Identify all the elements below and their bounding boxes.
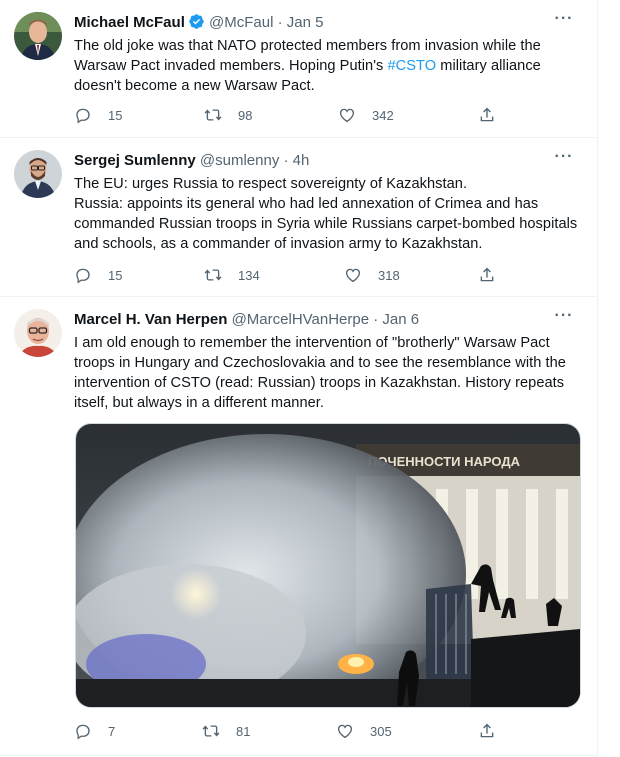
- author-name[interactable]: Michael McFaul: [74, 14, 185, 31]
- retweet-button[interactable]: 98: [204, 104, 252, 126]
- author-handle[interactable]: @sumlenny: [200, 152, 279, 169]
- reply-icon: [76, 268, 90, 284]
- share-icon: [480, 723, 494, 738]
- like-button[interactable]: 342: [338, 104, 394, 126]
- separator-dot: ·: [283, 152, 289, 169]
- avatar-mcfaul-image: [14, 12, 62, 60]
- timestamp[interactable]: Jan 5: [287, 14, 324, 31]
- timeline: Michael McFaul @McFaul · Jan 5 ··· The o…: [0, 0, 598, 757]
- action-bar: 15 134 318: [74, 264, 514, 286]
- share-icon: [480, 107, 494, 122]
- retweet-button[interactable]: 134: [204, 264, 260, 286]
- share-button[interactable]: [478, 264, 508, 286]
- avatar-vanherpen[interactable]: [14, 309, 62, 357]
- more-icon[interactable]: ···: [549, 308, 579, 331]
- tweet-header: Marcel H. Van Herpen @MarcelHVanHerpe · …: [74, 308, 579, 331]
- retweet-count: 134: [238, 267, 260, 283]
- avatar-vanherpen-image: [14, 309, 62, 357]
- tweet-text-line: Russia: appoints its general who had led…: [74, 196, 578, 252]
- like-icon: [337, 724, 353, 739]
- reply-count: 7: [108, 723, 116, 739]
- more-icon[interactable]: ···: [549, 149, 579, 172]
- avatar-sumlenny-image: [14, 150, 62, 198]
- tweet-mcfaul[interactable]: Michael McFaul @McFaul · Jan 5 ··· The o…: [0, 0, 597, 138]
- tweet-text: The EU: urges Russia to respect sovereig…: [74, 174, 579, 254]
- action-bar: 15 98 342: [74, 104, 514, 126]
- retweet-button[interactable]: 81: [202, 720, 250, 742]
- retweet-icon: [204, 109, 222, 121]
- timestamp[interactable]: Jan 6: [382, 311, 419, 328]
- separator-dot: ·: [277, 14, 283, 31]
- verified-badge-icon: [188, 13, 205, 37]
- reply-icon: [76, 724, 90, 740]
- author-handle[interactable]: @McFaul: [209, 14, 273, 31]
- author-name[interactable]: Sergej Sumlenny: [74, 152, 196, 169]
- tweet-sumlenny[interactable]: Sergej Sumlenny @sumlenny · 4h ··· The E…: [0, 138, 597, 297]
- author-name[interactable]: Marcel H. Van Herpen: [74, 311, 227, 328]
- reply-button[interactable]: 15: [74, 104, 122, 126]
- action-bar: 7 81 305: [74, 720, 514, 742]
- like-icon: [339, 108, 355, 123]
- retweet-count: 81: [236, 723, 251, 739]
- like-count: 318: [378, 267, 400, 283]
- like-count: 342: [372, 107, 394, 123]
- author-handle[interactable]: @MarcelHVanHerpe: [232, 311, 370, 328]
- tweet-text-line: The EU: urges Russia to respect sovereig…: [74, 176, 468, 192]
- tweet-header: Sergej Sumlenny @sumlenny · 4h ···: [74, 149, 579, 172]
- reply-button[interactable]: 15: [74, 264, 122, 286]
- more-icon[interactable]: ···: [549, 11, 579, 34]
- tweet-header: Michael McFaul @McFaul · Jan 5 ···: [74, 11, 579, 37]
- retweet-icon: [204, 269, 222, 281]
- retweet-count: 98: [238, 107, 253, 123]
- share-icon: [480, 267, 494, 282]
- reply-count: 15: [108, 267, 123, 283]
- share-button[interactable]: [478, 720, 508, 742]
- tweet-vanherpen[interactable]: Marcel H. Van Herpen @MarcelHVanHerpe · …: [0, 297, 597, 756]
- reply-icon: [76, 108, 90, 124]
- like-button[interactable]: 305: [336, 720, 392, 742]
- tweet-text: The old joke was that NATO protected mem…: [74, 36, 579, 96]
- avatar-mcfaul[interactable]: [14, 12, 62, 60]
- like-button[interactable]: 318: [344, 264, 400, 286]
- tweet-photo[interactable]: ПОЧЕННОСТИ НАРОДА: [75, 423, 581, 708]
- tweet-text: I am old enough to remember the interven…: [74, 335, 566, 411]
- hashtag-link[interactable]: #CSTO: [387, 58, 436, 74]
- timestamp[interactable]: 4h: [293, 152, 310, 169]
- avatar-sumlenny[interactable]: [14, 150, 62, 198]
- like-icon: [345, 268, 361, 283]
- separator-dot: ·: [373, 311, 379, 328]
- reply-count: 15: [108, 107, 123, 123]
- retweet-icon: [202, 725, 220, 737]
- like-count: 305: [370, 723, 392, 739]
- reply-button[interactable]: 7: [74, 720, 115, 742]
- protest-photo-image: ПОЧЕННОСТИ НАРОДА: [76, 424, 580, 707]
- share-button[interactable]: [478, 104, 508, 126]
